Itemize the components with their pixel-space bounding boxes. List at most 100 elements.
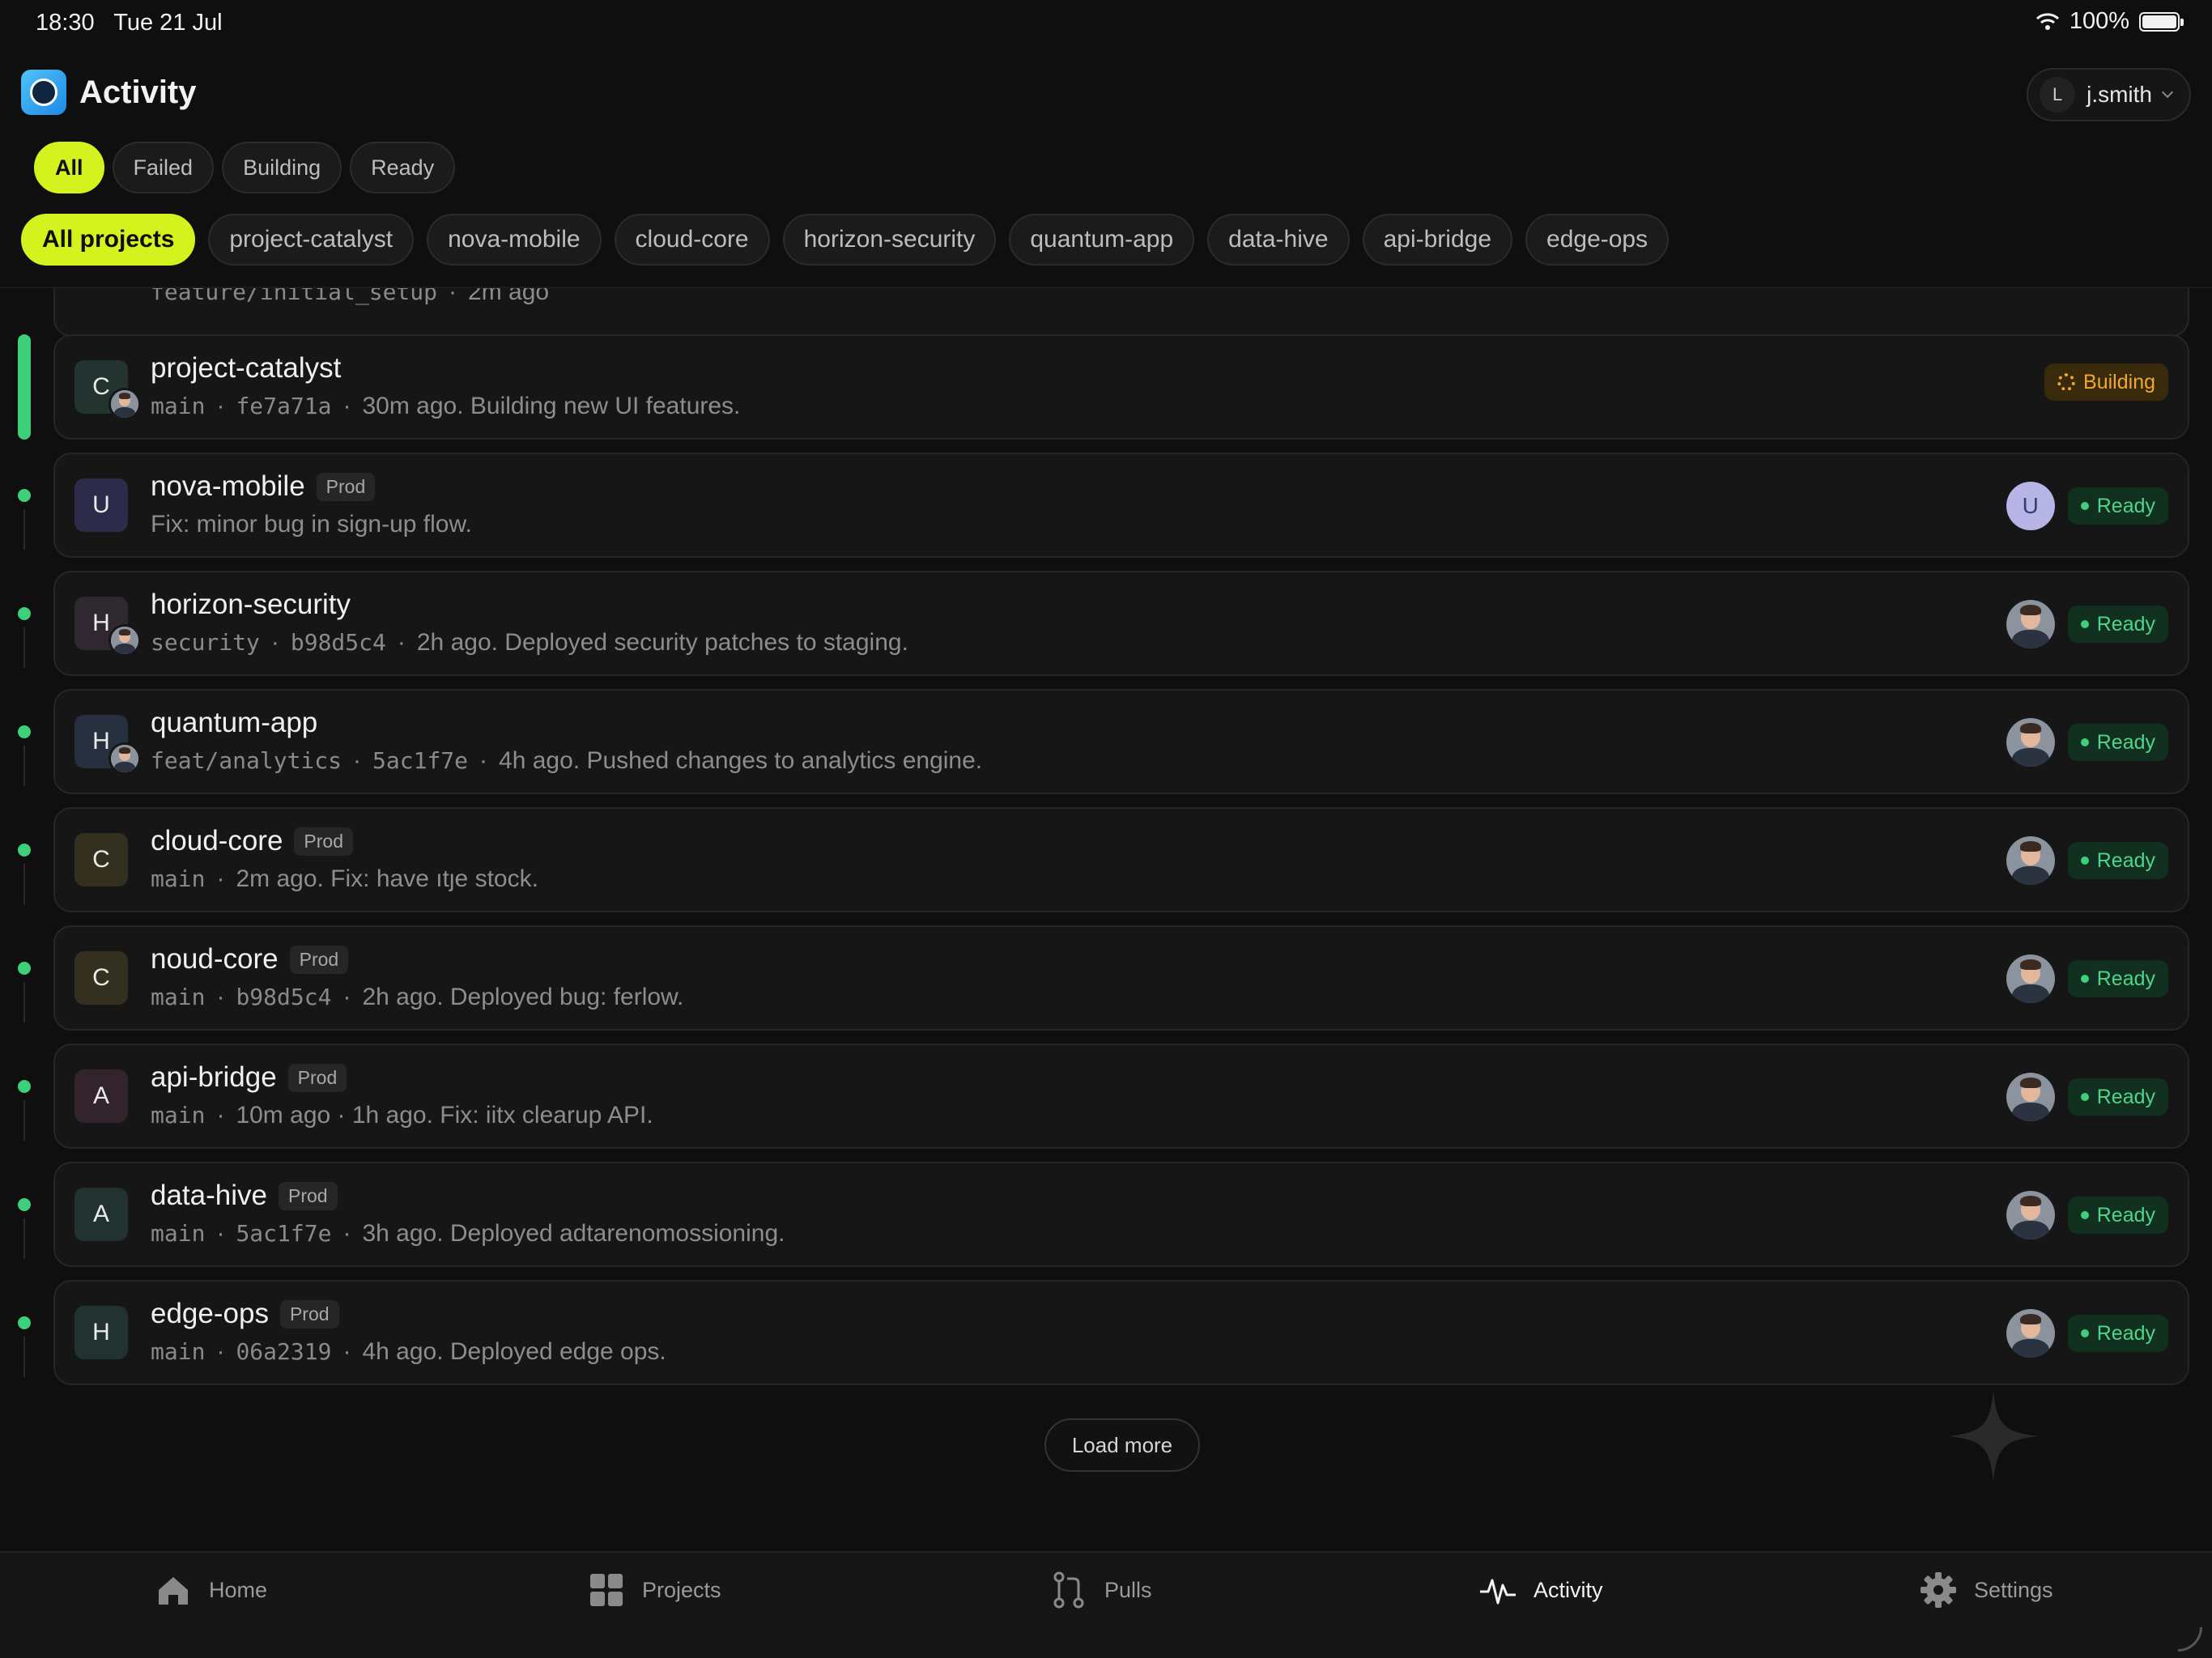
activity-row[interactable]: Adata-hive Prod main · 5ac1f7e · 3h ago. Deplo…: [53, 1162, 2189, 1267]
separator: ·: [216, 865, 225, 892]
home-indicator: [2178, 1627, 2202, 1652]
status-label: Ready: [2096, 1203, 2155, 1226]
project-filter-api-bridge[interactable]: api-bridge: [1362, 214, 1513, 266]
tab-label: Settings: [1974, 1577, 2053, 1602]
commit-message: 4h ago. Deployed edge ops.: [362, 1338, 666, 1365]
separator: ·: [216, 984, 225, 1010]
separator: ·: [216, 1102, 225, 1129]
branch-name: main: [151, 393, 206, 419]
tab-settings[interactable]: Settings: [1919, 1571, 2053, 1609]
row-right: Ready: [2006, 1309, 2168, 1358]
project-filter-nova-mobile[interactable]: nova-mobile: [427, 214, 602, 266]
activity-row[interactable]: Hhorizon-security security · b98d5c4 · 2h ago…: [53, 571, 2189, 676]
separator: ·: [216, 1220, 225, 1247]
status-badge: Ready: [2067, 606, 2168, 643]
activity-row[interactable]: Unova-mobile Prod Fix: minor bug in sign-u…: [53, 453, 2189, 558]
separator: ·: [479, 747, 488, 774]
activity-list[interactable]: feature/initial_setup · 2m ago Cproject-…: [0, 288, 2212, 1551]
activity-row[interactable]: Hedge-ops Prod main · 06a2319 · 4h ago. Deploy…: [53, 1280, 2189, 1385]
status-dot-icon: [2080, 975, 2089, 983]
project-filter-cloud-core[interactable]: cloud-core: [614, 214, 770, 266]
user-menu-button[interactable]: L j.smith: [2027, 68, 2191, 121]
clock-time: 18:30: [36, 10, 95, 36]
project-name: cloud-core: [151, 825, 283, 857]
status-label: Ready: [2096, 1321, 2155, 1345]
timeline-line: [23, 1337, 25, 1377]
filter-all[interactable]: All: [34, 142, 104, 193]
branch-name: feature/initial_setup: [151, 288, 438, 305]
activity-row[interactable]: Ccloud-core Prod main · 2m ago. Fix: have ıt…: [53, 807, 2189, 912]
environment-tag: Prod: [289, 945, 349, 974]
actor-avatar: [2006, 1073, 2055, 1121]
status-dot-icon: [2080, 620, 2089, 628]
active-indicator: [18, 334, 31, 440]
separator: ·: [270, 629, 279, 656]
avatar-photo: [2006, 1191, 2055, 1239]
project-filter-horizon-security[interactable]: horizon-security: [782, 214, 997, 266]
project-name: noud-core: [151, 943, 279, 975]
activity-row[interactable]: Cproject-catalyst main · fe7a71a · 30m ago. B…: [53, 334, 2189, 440]
filter-ready[interactable]: Ready: [350, 142, 456, 193]
tab-activity[interactable]: Activity: [1478, 1571, 1603, 1609]
status-dot-icon: [2080, 1211, 2089, 1219]
status-badge: Ready: [2067, 960, 2168, 997]
environment-tag: Prod: [294, 827, 354, 856]
filter-failed[interactable]: Failed: [112, 142, 215, 193]
timeline-line: [23, 1218, 25, 1259]
separator: ·: [342, 1338, 351, 1365]
project-avatar: A: [74, 1188, 128, 1241]
partial-row-meta: feature/initial_setup · 2m ago: [151, 288, 549, 306]
branch-name: main: [151, 984, 206, 1010]
row-meta: main · 10m ago · 1h ago. Fix: iitx clearup…: [151, 1102, 653, 1129]
branch-name: security: [151, 629, 260, 656]
committer-avatar: [108, 388, 141, 420]
status-badge: Ready: [2067, 487, 2168, 525]
commit-message: 2h ago. Deployed bug: ferlow.: [362, 984, 684, 1010]
page-title: Activity: [79, 74, 197, 110]
pull-request-icon: [1053, 1571, 1084, 1609]
project-filter-data-hive[interactable]: data-hive: [1207, 214, 1350, 266]
activity-row-partial[interactable]: feature/initial_setup · 2m ago: [53, 288, 2189, 337]
branch-name: main: [151, 1220, 206, 1247]
timeline-line: [23, 1100, 25, 1141]
status-bar: 18:30 Tue 21 Jul 100%: [0, 0, 2212, 45]
row-meta: feat/analytics · 5ac1f7e · 4h ago. Pushed ch…: [151, 747, 982, 775]
timeline-line: [23, 982, 25, 1022]
battery-percent: 100%: [2069, 8, 2129, 34]
tab-projects[interactable]: Projects: [587, 1571, 721, 1609]
battery-icon: [2139, 11, 2184, 32]
filter-building[interactable]: Building: [222, 142, 342, 193]
project-filter-project-catalyst[interactable]: project-catalyst: [208, 214, 415, 266]
time-ago: 2m ago: [468, 288, 550, 305]
project-filter-quantum-app[interactable]: quantum-app: [1009, 214, 1195, 266]
status-label: Ready: [2096, 730, 2155, 754]
activity-row[interactable]: Cnoud-core Prod main · b98d5c4 · 2h ago. Deplo…: [53, 925, 2189, 1031]
row-meta: main · 06a2319 · 4h ago. Deployed edge ops.: [151, 1338, 666, 1366]
avatar-photo: [111, 390, 138, 418]
project-filter-edge-ops[interactable]: edge-ops: [1525, 214, 1670, 266]
tab-home[interactable]: Home: [154, 1571, 267, 1609]
activity-row[interactable]: Aapi-bridge Prod main · 10m ago · 1h ago. Fi…: [53, 1044, 2189, 1149]
project-name: horizon-security: [151, 589, 351, 620]
activity-row[interactable]: Hquantum-app feat/analytics · 5ac1f7e · 4h ag…: [53, 689, 2189, 794]
user-avatar: L: [2040, 77, 2076, 113]
row-title: horizon-security: [151, 589, 351, 621]
project-name: data-hive: [151, 1180, 267, 1211]
row-title: api-bridge Prod: [151, 1061, 347, 1094]
row-title: edge-ops Prod: [151, 1298, 339, 1330]
environment-tag: Prod: [278, 1181, 338, 1210]
row-right: U Ready: [2006, 482, 2168, 530]
sparkle-icon[interactable]: [1948, 1391, 2039, 1482]
status-dot-icon: [2080, 502, 2089, 510]
status-time: 18:30 Tue 21 Jul: [36, 10, 223, 36]
project-filter-all-projects[interactable]: All projects: [21, 214, 196, 266]
avatar-photo: [2006, 1073, 2055, 1121]
commit-message: 2m ago. Fix: have ıtȷe stock.: [236, 865, 538, 892]
load-more-button[interactable]: Load more: [1044, 1418, 1200, 1472]
project-filter-bar: All projects project-catalyst nova-mobile c…: [21, 214, 1670, 266]
app-header: Activity: [21, 70, 197, 115]
tab-pulls[interactable]: Pulls: [1049, 1571, 1152, 1609]
row-right: Ready: [2006, 600, 2168, 648]
commit-hash: fe7a71a: [236, 393, 332, 419]
building-gear-icon: [2057, 373, 2076, 391]
